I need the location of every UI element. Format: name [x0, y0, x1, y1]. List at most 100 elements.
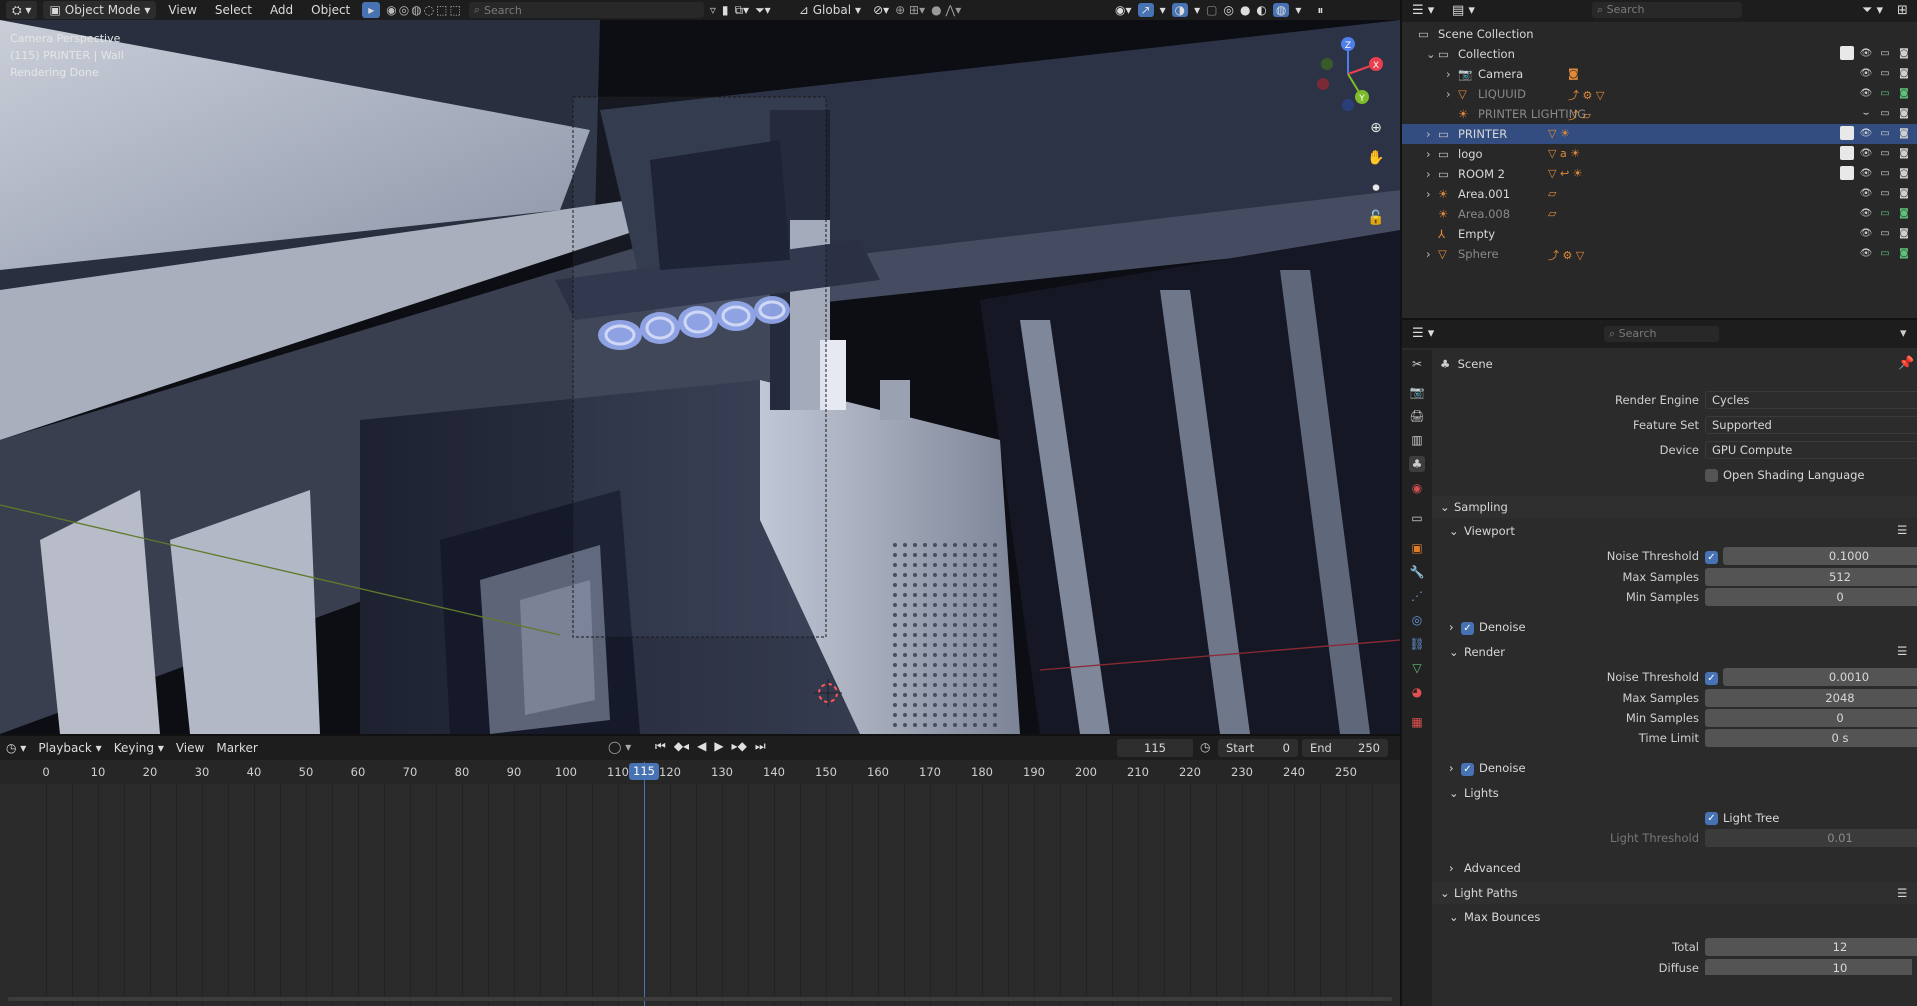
overlay-toggle-icon[interactable]: ◑: [1171, 3, 1189, 17]
navigation-gizmo[interactable]: Z X Y: [1308, 34, 1388, 114]
timeline-editor-icon[interactable]: ◷ ▾: [0, 739, 32, 757]
outliner-row[interactable]: ⌄ ▭ Collection 👁 ▭ ◙: [1402, 44, 1917, 64]
eye-icon[interactable]: 👁: [1859, 46, 1873, 60]
camera-icon[interactable]: ◙: [1897, 46, 1911, 60]
eye-icon[interactable]: 👁: [1859, 66, 1873, 80]
render-subpanel-header[interactable]: ⌄ Render ☰: [1437, 641, 1912, 663]
chevron-right-icon[interactable]: ›: [1426, 147, 1431, 161]
vp-denoise-subpanel[interactable]: › ✓ Denoise: [1437, 616, 1912, 638]
outliner-row[interactable]: ▭ Scene Collection: [1402, 24, 1917, 44]
timeline-scrollbar[interactable]: [8, 997, 1392, 1001]
bookmark-icon[interactable]: ▮: [722, 3, 729, 17]
view-layer-tab-icon[interactable]: ▥: [1409, 432, 1425, 448]
monitor-icon[interactable]: ▭: [1878, 106, 1892, 120]
outliner-row[interactable]: › ▭ logo ▽ a ☀ 👁 ▭ ◙: [1402, 144, 1917, 164]
monitor-icon[interactable]: ▭: [1878, 66, 1892, 80]
outliner-item-label[interactable]: Camera: [1478, 67, 1523, 81]
world-tab-icon[interactable]: ◉: [1409, 480, 1425, 496]
vp-noise-field[interactable]: 0.1000: [1723, 547, 1917, 565]
monitor-icon[interactable]: ▭: [1878, 246, 1892, 260]
collection-tab-icon[interactable]: ▭: [1409, 510, 1425, 526]
scene-tab-icon[interactable]: ♣: [1409, 456, 1425, 472]
particles-tab-icon[interactable]: ⋰: [1409, 588, 1425, 604]
lights-subpanel-header[interactable]: ⌄ Lights: [1437, 782, 1912, 804]
stopwatch-icon[interactable]: ◷: [1200, 740, 1210, 754]
3d-viewport[interactable]: Camera Perspective (115) PRINTER | Wall …: [0, 20, 1400, 734]
play-icon[interactable]: ▶: [714, 739, 723, 754]
object-data-icons[interactable]: ◙: [1568, 67, 1579, 80]
camera-icon[interactable]: ◙: [1897, 246, 1911, 260]
outliner-item-label[interactable]: Collection: [1458, 47, 1515, 61]
outliner-item-label[interactable]: Area.001: [1458, 187, 1510, 201]
pause-icon[interactable]: ⏸: [1317, 3, 1323, 18]
menu-timeline-view[interactable]: View: [170, 739, 210, 757]
osl-checkbox[interactable]: [1705, 468, 1718, 482]
presets-icon[interactable]: ☰: [1897, 886, 1907, 900]
camera-icon[interactable]: ◙: [1897, 106, 1911, 120]
chevron-down-icon[interactable]: ▾: [1900, 326, 1907, 341]
outliner-item-label[interactable]: logo: [1458, 147, 1483, 161]
menu-playback[interactable]: Playback ▾: [32, 739, 107, 757]
camera-icon[interactable]: ◙: [1897, 186, 1911, 200]
camera-icon[interactable]: ◙: [1897, 166, 1911, 180]
eye-icon[interactable]: 👁: [1859, 166, 1873, 180]
eye-icon[interactable]: 👁: [1859, 206, 1873, 220]
play-reverse-icon[interactable]: ◀: [697, 739, 706, 754]
r-time-field[interactable]: 0 s: [1705, 729, 1917, 747]
presets-icon[interactable]: ☰: [1897, 523, 1907, 537]
exclude-checkbox[interactable]: [1840, 166, 1854, 180]
object-data-icons[interactable]: ▽ ↩ ☀: [1548, 167, 1583, 180]
area-separator[interactable]: [0, 734, 1400, 736]
playhead-frame-badge[interactable]: 115: [629, 763, 659, 780]
outliner-row[interactable]: › ▭ PRINTER ▽ ☀ 👁 ▭ ◙: [1402, 124, 1917, 144]
chevron-down-icon[interactable]: ▾: [1295, 3, 1301, 17]
xray-icon[interactable]: ▢: [1206, 3, 1217, 17]
prev-keyframe-icon[interactable]: ◆◂: [674, 739, 689, 754]
outliner-item-label[interactable]: Scene Collection: [1438, 27, 1534, 41]
menu-keying[interactable]: Keying ▾: [108, 739, 170, 757]
outliner-search-input[interactable]: ⌕ Search: [1592, 2, 1742, 18]
jump-start-icon[interactable]: ⏮: [655, 739, 666, 754]
display-mode-icon[interactable]: ▤ ▾: [1452, 3, 1475, 18]
output-tab-icon[interactable]: 🖨: [1409, 408, 1425, 424]
outliner-row[interactable]: › ▽ LIQUUID ⤴ ⚙ ▽ 👁 ▭ ◙: [1402, 84, 1917, 104]
exclude-checkbox[interactable]: [1840, 126, 1854, 140]
r-noise-field[interactable]: 0.0010: [1723, 668, 1917, 686]
outliner-item-label[interactable]: PRINTER: [1458, 127, 1507, 141]
monitor-icon[interactable]: ▭: [1878, 206, 1892, 220]
sampling-panel-header[interactable]: ⌄ Sampling: [1432, 496, 1917, 518]
viewport-search-input[interactable]: ⌕ Search: [468, 2, 704, 18]
outliner-row[interactable]: › 📷 Camera ◙ 👁 ▭ ◙: [1402, 64, 1917, 84]
outliner-row[interactable]: › ☀ Area.001 ▱ 👁 ▭ ◙: [1402, 184, 1917, 204]
diffuse-field[interactable]: 10: [1705, 959, 1912, 975]
exclude-checkbox[interactable]: [1840, 146, 1854, 160]
chevron-down-icon[interactable]: ▾: [1194, 3, 1200, 17]
total-field[interactable]: 12: [1705, 938, 1917, 956]
area-separator[interactable]: [1400, 0, 1402, 1006]
light-threshold-field[interactable]: 0.01: [1705, 829, 1917, 847]
material-tab-icon[interactable]: ◕: [1409, 684, 1425, 700]
camera-view-icon[interactable]: ⏺: [1364, 176, 1388, 200]
object-tab-icon[interactable]: ▣: [1409, 540, 1425, 556]
presets-icon[interactable]: ☰: [1897, 644, 1907, 658]
exclude-checkbox[interactable]: [1840, 46, 1854, 60]
new-collection-icon[interactable]: ⊞: [1897, 3, 1908, 18]
filter-icon[interactable]: ▿: [710, 3, 716, 17]
outliner-row[interactable]: ☀ Area.008 ▱ 👁 ▭ ◙: [1402, 204, 1917, 224]
chevron-right-icon[interactable]: ›: [1446, 87, 1451, 101]
current-frame-field[interactable]: 115: [1117, 739, 1193, 757]
monitor-icon[interactable]: ▭: [1878, 126, 1892, 140]
start-frame-field[interactable]: Start 0: [1218, 739, 1298, 757]
eye-closed-icon[interactable]: ⌣: [1859, 106, 1873, 120]
vp-min-field[interactable]: 0: [1705, 588, 1917, 606]
monitor-icon[interactable]: ▭: [1878, 166, 1892, 180]
next-keyframe-icon[interactable]: ▸◆: [732, 739, 747, 754]
chevron-right-icon[interactable]: ›: [1426, 247, 1431, 261]
object-data-icons[interactable]: ▱: [1548, 187, 1556, 200]
render-tab-icon[interactable]: 📷: [1409, 384, 1425, 400]
end-frame-field[interactable]: End 250: [1302, 739, 1388, 757]
light-tree-checkbox[interactable]: ✓: [1705, 811, 1718, 825]
camera-icon[interactable]: ◙: [1897, 146, 1911, 160]
shading-material-icon[interactable]: ◐: [1256, 3, 1266, 17]
monitor-icon[interactable]: ▭: [1878, 146, 1892, 160]
